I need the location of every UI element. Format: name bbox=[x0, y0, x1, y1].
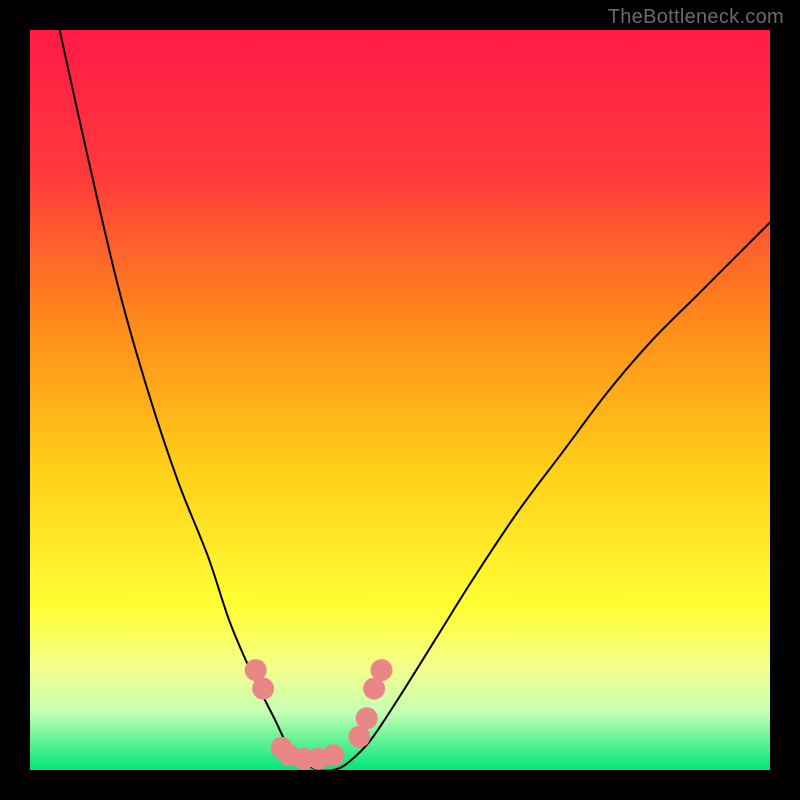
chart-background-gradient bbox=[30, 30, 770, 770]
chart-frame: TheBottleneck.com bbox=[0, 0, 800, 800]
chart-svg bbox=[30, 30, 770, 770]
chart-plot-area bbox=[30, 30, 770, 770]
sample-dot bbox=[322, 744, 344, 766]
sample-dot bbox=[371, 659, 393, 681]
sample-dot bbox=[252, 678, 274, 700]
sample-dot bbox=[356, 707, 378, 729]
watermark-text: TheBottleneck.com bbox=[608, 6, 784, 29]
